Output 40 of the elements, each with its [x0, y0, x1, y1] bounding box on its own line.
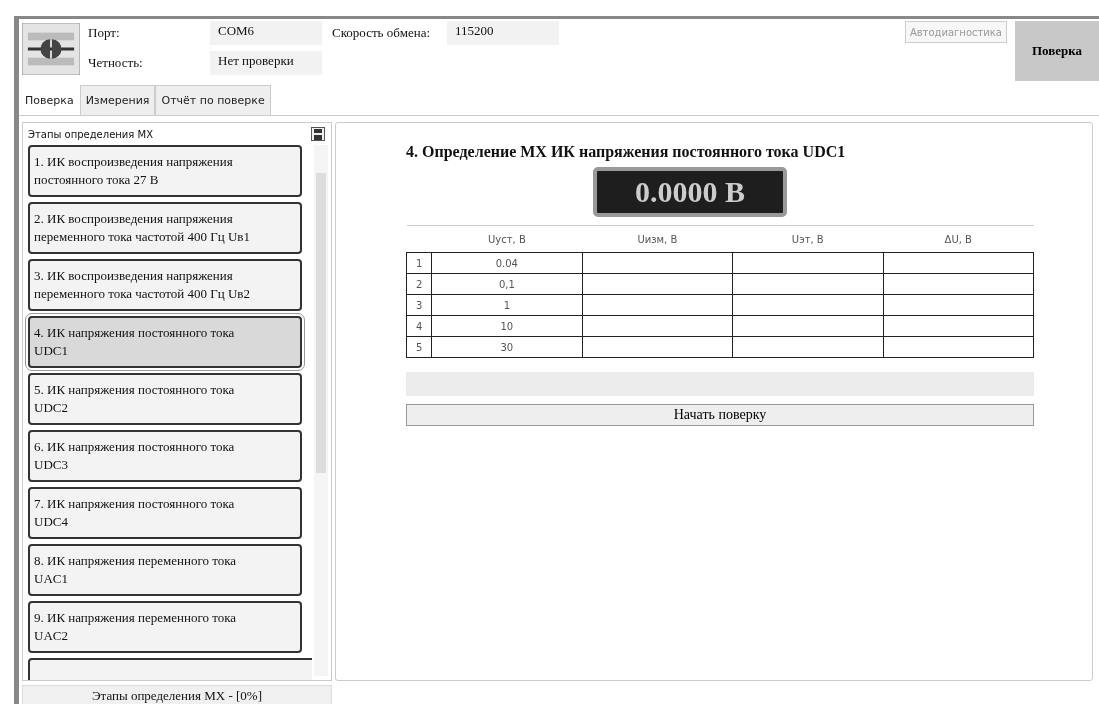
stage-item[interactable]: 4. ИК напряжения постоянного тока UDC1: [28, 316, 302, 368]
start-verification-button[interactable]: Начать поверку: [406, 404, 1034, 426]
row-number: 1: [406, 252, 432, 274]
table-cell: 10: [431, 315, 583, 337]
stages-title: Этапы определения МХ: [28, 128, 154, 140]
column-header: Uизм, В: [582, 225, 733, 253]
scrollbar[interactable]: [314, 145, 328, 676]
stage-item[interactable]: 5. ИК напряжения постоянного тока UDC2: [28, 373, 302, 425]
stage-title: 4. Определение МХ ИК напряжения постоянного тока UDC1: [406, 143, 847, 161]
stage-item[interactable]: 9. ИК напряжения переменного тока UAC2: [28, 601, 302, 653]
tab[interactable]: Отчёт по поверке: [155, 85, 271, 115]
voltage-display: 0.0000 В: [593, 167, 787, 217]
table-cell: 0.04: [431, 252, 583, 274]
column-header: Uуст, В: [431, 225, 583, 253]
stage-item[interactable]: 2. ИК воспроизведения напряжения переменного тока частотой 400 Гц Uв1: [28, 202, 302, 254]
port-label: Порт:: [88, 25, 121, 41]
row-number: 4: [406, 315, 432, 337]
row-number: 3: [406, 294, 432, 316]
parity-label: Четность:: [88, 55, 144, 71]
connector-icon: [22, 23, 80, 75]
verify-button[interactable]: Поверка: [1015, 21, 1099, 81]
stage-item[interactable]: 6. ИК напряжения постоянного тока UDC3: [28, 430, 302, 482]
status-text: Этапы определения МХ - [0%]: [22, 685, 332, 704]
table-cell: 30: [431, 336, 583, 358]
parity-field[interactable]: Нет проверки: [210, 51, 322, 75]
speed-label: Скорость обмена:: [332, 25, 432, 41]
column-header: ΔU, В: [883, 225, 1034, 253]
table-cell: 0,1: [431, 273, 583, 295]
stage-item[interactable]: 3. ИК воспроизведения напряжения переменного тока частотой 400 Гц Uв2: [28, 259, 302, 311]
stage-item[interactable]: 8. ИК напряжения переменного тока UAC1: [28, 544, 302, 596]
row-number: 5: [406, 336, 432, 358]
table-cell: 1: [431, 294, 583, 316]
port-field[interactable]: COM6: [210, 21, 322, 45]
tab[interactable]: Измерения: [79, 85, 156, 115]
row-number: 2: [406, 273, 432, 295]
speed-field[interactable]: 115200: [447, 21, 559, 45]
save-icon[interactable]: [311, 127, 325, 141]
stage-item[interactable]: 7. ИК напряжения постоянного тока UDC4: [28, 487, 302, 539]
column-header: Uэт, В: [732, 225, 884, 253]
stage-item[interactable]: 1. ИК воспроизведения напряжения постоянного тока 27 В: [28, 145, 302, 197]
